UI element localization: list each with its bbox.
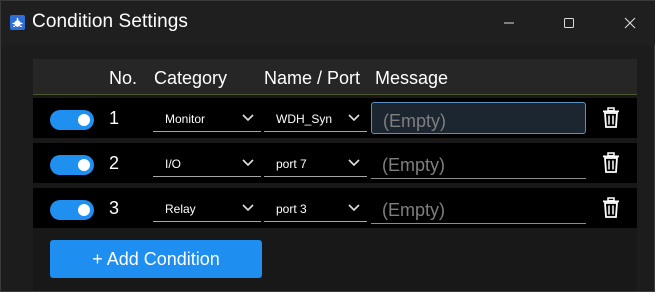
name-port-value: port 7 <box>276 157 307 171</box>
name-port-select[interactable]: WDH_Syn <box>264 106 367 132</box>
category-value: I/O <box>165 157 182 171</box>
category-select[interactable]: I/O <box>153 151 261 177</box>
toggle-knob <box>78 114 90 126</box>
condition-row: 2 I/O port 7 <box>33 143 637 183</box>
enable-toggle[interactable] <box>50 200 94 220</box>
close-icon <box>624 17 636 29</box>
message-input[interactable] <box>372 103 585 133</box>
toggle-knob <box>78 204 90 216</box>
row-number: 1 <box>109 108 120 128</box>
chevron-down-icon <box>348 159 360 167</box>
header-name-port: Name / Port <box>264 68 361 88</box>
category-select[interactable]: Relay <box>153 196 261 222</box>
chevron-down-icon <box>348 114 360 122</box>
minimize-icon <box>504 22 514 24</box>
name-port-value: port 3 <box>276 202 307 216</box>
category-value: Monitor <box>165 112 206 126</box>
window-title: Condition Settings <box>32 11 189 32</box>
message-field[interactable] <box>371 147 586 179</box>
table-header: No. Category Name / Port Message <box>33 59 637 95</box>
enable-toggle[interactable] <box>50 110 94 130</box>
message-field[interactable] <box>371 192 586 224</box>
title-bar[interactable]: Condition Settings <box>1 1 655 45</box>
message-input[interactable] <box>371 147 586 178</box>
name-port-select[interactable]: port 7 <box>264 151 367 177</box>
message-input[interactable] <box>371 192 586 223</box>
app-bug-icon <box>10 15 25 30</box>
condition-row: 1 Monitor WDH_Syn <box>33 98 637 138</box>
message-field[interactable] <box>371 102 586 134</box>
name-port-value: WDH_Syn <box>276 112 333 126</box>
condition-row: 3 Relay port 3 <box>33 188 637 228</box>
toggle-knob <box>78 159 90 171</box>
header-message: Message <box>375 68 449 88</box>
conditions-panel: No. Category Name / Port Message 1 Monit… <box>33 59 637 291</box>
chevron-down-icon <box>242 204 254 212</box>
maximize-button[interactable] <box>546 1 592 45</box>
trash-icon[interactable] <box>601 152 621 174</box>
enable-toggle[interactable] <box>50 155 94 175</box>
category-select[interactable]: Monitor <box>153 106 261 132</box>
category-value: Relay <box>165 202 196 216</box>
row-number: 3 <box>109 198 120 218</box>
add-condition-button[interactable]: + Add Condition <box>50 240 262 278</box>
chevron-down-icon <box>242 114 254 122</box>
header-category: Category <box>154 68 228 88</box>
name-port-select[interactable]: port 3 <box>264 196 367 222</box>
trash-icon[interactable] <box>601 107 621 129</box>
row-number: 2 <box>109 153 120 173</box>
chevron-down-icon <box>242 159 254 167</box>
chevron-down-icon <box>348 204 360 212</box>
condition-settings-window: Condition Settings No. Category Name / P… <box>0 0 655 292</box>
maximize-icon <box>564 18 574 28</box>
close-button[interactable] <box>607 1 653 45</box>
trash-icon[interactable] <box>601 197 621 219</box>
minimize-button[interactable] <box>486 1 532 45</box>
header-no: No. <box>109 68 138 88</box>
